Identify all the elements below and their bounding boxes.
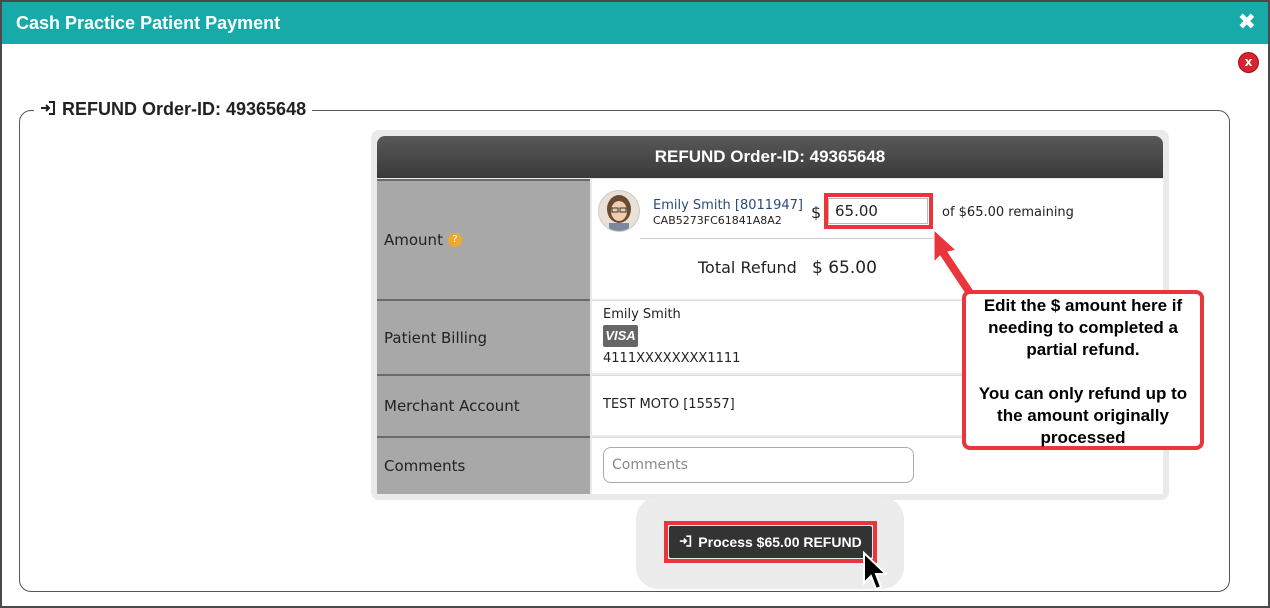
sign-in-icon	[679, 534, 692, 550]
callout-text-1: Edit the $ amount here if needing to com…	[983, 296, 1183, 359]
refund-amount-input[interactable]: 65.00	[828, 198, 928, 224]
comments-input[interactable]: Comments	[603, 447, 914, 483]
total-refund-value: $ 65.00	[812, 258, 877, 278]
amount-label: Amount	[384, 231, 443, 249]
divider	[640, 238, 934, 239]
comments-row-label: Comments	[377, 436, 590, 494]
card-number: 4111XXXXXXXX1111	[603, 351, 741, 366]
billing-row-label: Patient Billing	[377, 299, 590, 374]
close-icon[interactable]: ✖	[1238, 10, 1256, 35]
fieldset-legend: REFUND Order-ID: 49365648	[34, 99, 313, 120]
visa-card-icon: VISA	[603, 325, 638, 347]
mouse-cursor-icon	[863, 551, 889, 591]
remaining-text: of $65.00 remaining	[942, 205, 1074, 220]
merchant-label: Merchant Account	[384, 397, 520, 415]
panel-header: REFUND Order-ID: 49365648	[377, 136, 1163, 178]
title-bar: Cash Practice Patient Payment ✖	[2, 2, 1268, 44]
patient-name-link[interactable]: Emily Smith [8011947]	[653, 198, 803, 213]
billing-label: Patient Billing	[384, 328, 487, 347]
help-icon[interactable]: ?	[447, 233, 462, 247]
callout-text-2: You can only refund up to the amount ori…	[978, 384, 1188, 447]
comments-label: Comments	[384, 457, 466, 475]
sign-in-icon	[40, 100, 56, 119]
process-refund-label: Process $65.00 REFUND	[698, 534, 862, 550]
window-title: Cash Practice Patient Payment	[16, 13, 281, 33]
billing-name: Emily Smith	[603, 307, 681, 322]
close-circle-icon[interactable]: x	[1239, 53, 1258, 72]
transaction-hash: CAB5273FC61841A8A2	[653, 214, 782, 227]
dollar-sign: $	[811, 203, 822, 222]
annotation-callout: Edit the $ amount here if needing to com…	[962, 290, 1204, 450]
process-refund-button[interactable]: Process $65.00 REFUND	[669, 526, 872, 558]
merchant-account: TEST MOTO [15557]	[603, 397, 735, 412]
callout-arrow	[933, 228, 977, 298]
merchant-row-label: Merchant Account	[377, 374, 590, 436]
total-refund-label: Total Refund	[698, 258, 797, 277]
avatar	[598, 190, 640, 232]
legend-title: REFUND Order-ID: 49365648	[62, 99, 307, 119]
amount-row-label: Amount ?	[377, 179, 590, 299]
